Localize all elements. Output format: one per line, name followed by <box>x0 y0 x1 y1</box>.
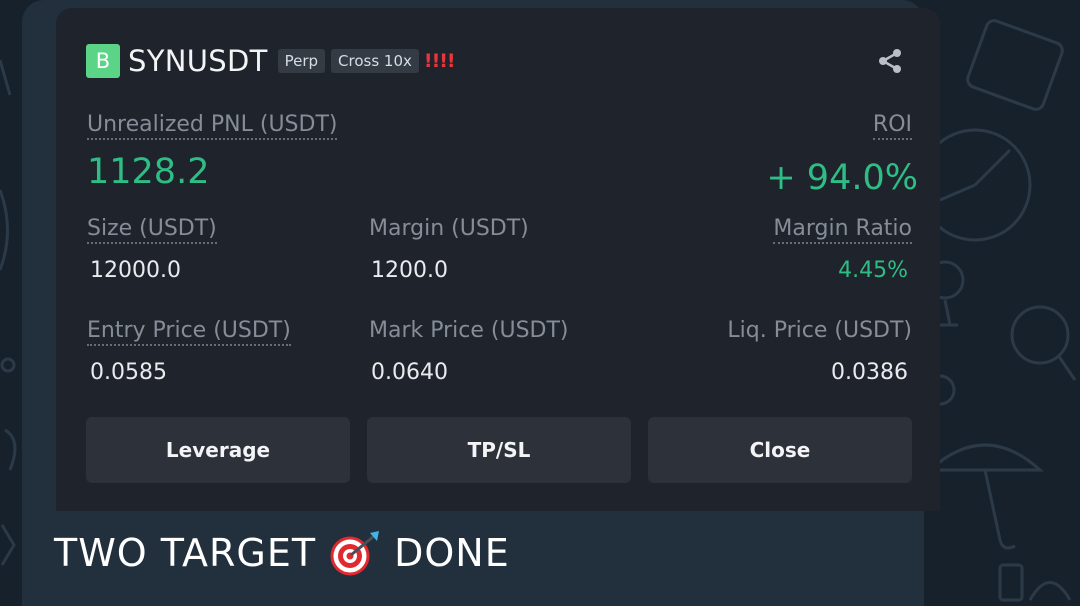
margin-label: Margin (USDT) <box>369 216 529 241</box>
caption-text-start: TWO TARGET <box>54 531 317 575</box>
message-caption: TWO TARGET DONE <box>54 530 510 576</box>
margin-ratio-label: Margin Ratio <box>773 216 912 244</box>
entry-price-label: Entry Price (USDT) <box>87 318 291 346</box>
size-value: 12000.0 <box>90 258 181 283</box>
unrealized-pnl-value: 1128.2 <box>87 152 210 192</box>
roi-value: + 94.0% <box>766 158 918 198</box>
position-card: B SYNUSDT Perp Cross 10x !!!! Unrealized… <box>56 8 940 511</box>
tpsl-button[interactable]: TP/SL <box>367 417 631 483</box>
liq-price-value: 0.0386 <box>831 360 908 385</box>
caption-text-end: DONE <box>394 531 510 575</box>
position-header: B SYNUSDT Perp Cross 10x !!!! <box>86 44 456 78</box>
entry-price-value: 0.0585 <box>90 360 167 385</box>
margin-value: 1200.0 <box>371 258 448 283</box>
mark-price-value: 0.0640 <box>371 360 448 385</box>
unrealized-pnl-label: Unrealized PNL (USDT) <box>87 112 338 140</box>
leverage-button[interactable]: Leverage <box>86 417 350 483</box>
margin-mode-tag: Cross 10x <box>331 49 419 73</box>
symbol-name: SYNUSDT <box>128 44 268 78</box>
roi-label: ROI <box>872 112 912 140</box>
direct-hit-target-icon <box>330 531 380 576</box>
message-bubble: B SYNUSDT Perp Cross 10x !!!! Unrealized… <box>22 0 940 606</box>
share-icon[interactable] <box>876 47 904 75</box>
warning-marks: !!!! <box>423 50 456 72</box>
margin-ratio-value: 4.45% <box>838 258 908 283</box>
mark-price-label: Mark Price (USDT) <box>369 318 569 343</box>
close-position-button[interactable]: Close <box>648 417 912 483</box>
size-label: Size (USDT) <box>87 216 217 244</box>
exchange-logo-icon: B <box>86 44 120 78</box>
liq-price-label: Liq. Price (USDT) <box>727 318 912 343</box>
perp-tag: Perp <box>277 49 326 73</box>
